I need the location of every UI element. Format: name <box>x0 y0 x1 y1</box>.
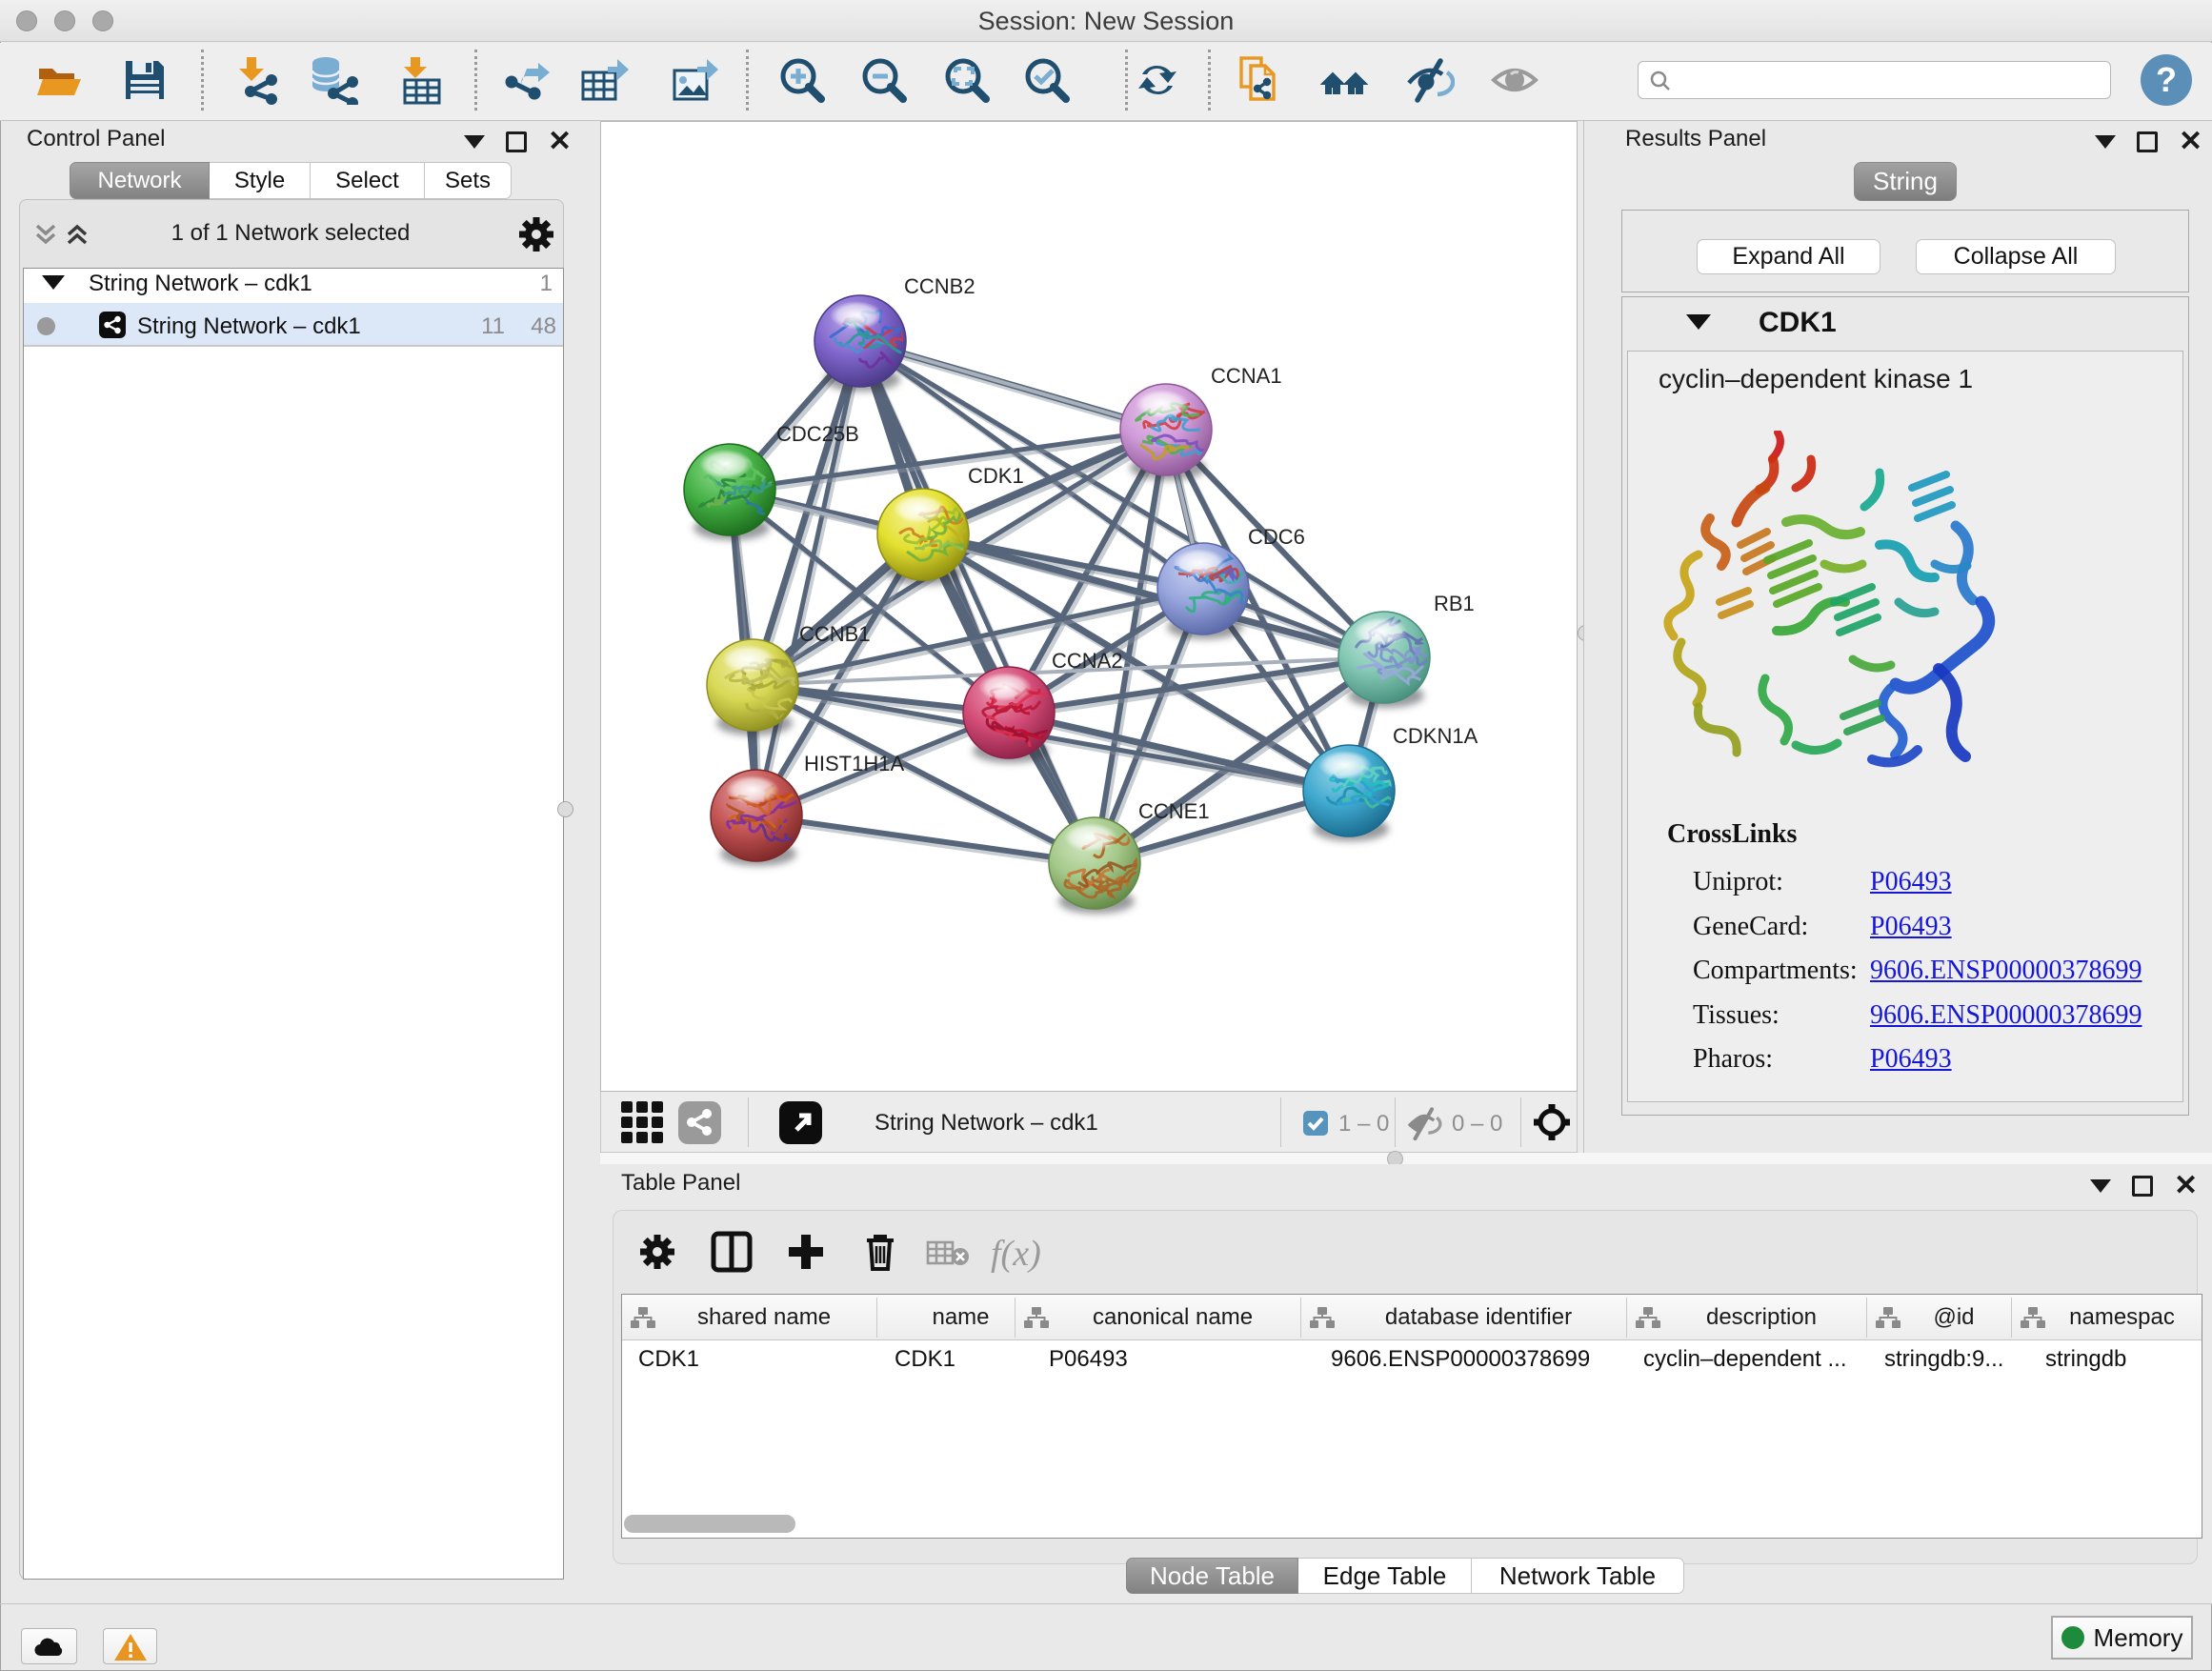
svg-text:CCNB1: CCNB1 <box>799 622 871 646</box>
svg-text:CCNB2: CCNB2 <box>904 274 975 298</box>
svg-text:CDKN1A: CDKN1A <box>1393 724 1478 748</box>
svg-text:CCNA2: CCNA2 <box>1052 649 1123 673</box>
svg-text:CCNA1: CCNA1 <box>1211 364 1282 388</box>
svg-text:CDC6: CDC6 <box>1248 525 1305 549</box>
svg-text:CDC25B: CDC25B <box>776 422 859 446</box>
svg-text:CCNE1: CCNE1 <box>1138 799 1210 823</box>
svg-text:CDK1: CDK1 <box>968 464 1024 488</box>
svg-text:HIST1H1A: HIST1H1A <box>804 752 904 775</box>
svg-text:RB1: RB1 <box>1434 592 1475 615</box>
